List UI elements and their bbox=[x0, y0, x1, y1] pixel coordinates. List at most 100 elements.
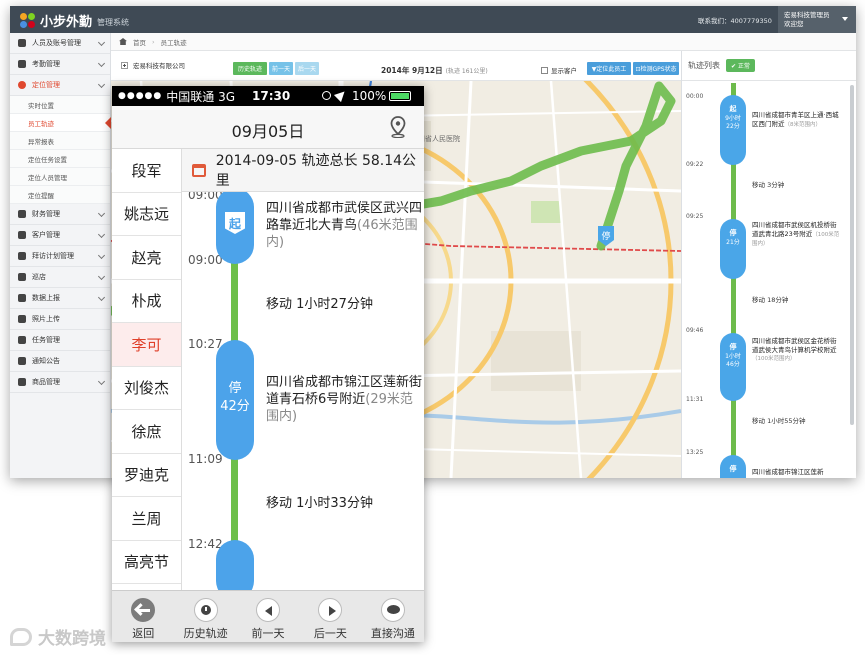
user-menu[interactable]: 宏易科技管理员 欢迎您 bbox=[778, 6, 856, 33]
employee-item[interactable]: 徐庶 bbox=[112, 410, 181, 454]
sidebar-item-photo-upload[interactable]: 照片上传 bbox=[10, 309, 110, 330]
sidebar-item-attendance[interactable]: 考勤管理 bbox=[10, 54, 110, 75]
sidebar-subitem-personnel-mgmt[interactable]: 定位人员管理 bbox=[10, 168, 110, 186]
sidebar-subitem-reminder[interactable]: 定位提醒 bbox=[10, 186, 110, 204]
track-length: (轨迹 161公里) bbox=[445, 68, 488, 75]
expand-icon[interactable] bbox=[121, 61, 128, 69]
track-stop-pill[interactable]: 停 bbox=[720, 455, 746, 478]
sidebar-item-label: 数据上报 bbox=[32, 294, 60, 302]
employee-item[interactable]: 高亮节 bbox=[112, 541, 181, 584]
timeline-stop-address: 四川省成都市锦江区莲新街道青石桥6号附近(29米范围内) bbox=[266, 374, 422, 425]
sidebar-item-label: 商品管理 bbox=[32, 378, 60, 386]
history-track-button[interactable]: 历史轨迹 bbox=[233, 62, 267, 75]
caret-down-icon bbox=[842, 17, 848, 21]
sidebar-item-location[interactable]: 定位管理 bbox=[10, 75, 110, 96]
sidebar-subitem-employee-track[interactable]: 员工轨迹 bbox=[10, 114, 111, 132]
employee-item[interactable]: 刘俊杰 bbox=[112, 367, 181, 410]
track-stop-pill[interactable]: 停 1小时 46分 bbox=[720, 333, 746, 401]
employee-item[interactable]: 赵亮 bbox=[112, 236, 181, 280]
sidebar-item-data-report[interactable]: 数据上报 bbox=[10, 288, 110, 309]
track-date: 2014年 9月12日 (轨迹 161公里) bbox=[381, 65, 488, 76]
history-track-tab[interactable]: 历史轨迹 bbox=[174, 591, 236, 642]
timeline-stop-pill[interactable] bbox=[216, 540, 254, 590]
location-pin-icon bbox=[18, 81, 26, 89]
track-stop-pill[interactable]: 起 9小时 22分 bbox=[720, 95, 746, 165]
sidebar-item-label: 财务管理 bbox=[32, 210, 60, 218]
grid-icon bbox=[18, 273, 26, 281]
track-move: 移动 1小时55分钟 bbox=[752, 417, 806, 425]
locate-employee-button[interactable]: ▼定位此员工 bbox=[587, 62, 631, 75]
direct-chat-tab[interactable]: 直接沟通 bbox=[362, 591, 424, 642]
previous-day-button[interactable]: 前一天 bbox=[269, 62, 293, 75]
previous-day-tab[interactable]: 前一天 bbox=[237, 591, 299, 642]
stay-duration: 9小时 bbox=[725, 115, 741, 122]
breadcrumb-current: 员工轨迹 bbox=[160, 38, 187, 47]
back-button[interactable]: 返回 bbox=[112, 591, 174, 642]
back-arrow-icon bbox=[131, 598, 156, 622]
sidebar: 人员及账号管理 考勤管理 定位管理 实时位置 员工轨迹 异常报表 定位任务设置 … bbox=[10, 33, 111, 478]
address-text: 四川省成都市锦江区莲新 bbox=[752, 468, 824, 476]
chevron-down-icon bbox=[97, 377, 106, 386]
employee-item-selected[interactable]: 李可 bbox=[112, 323, 181, 367]
check-gps-button[interactable]: ⊡检测GPS状态 bbox=[633, 62, 679, 75]
welcome-text: 欢迎您 bbox=[784, 20, 804, 28]
sidebar-item-label: 人员及账号管理 bbox=[32, 39, 81, 47]
timeline-move: 移动 1小时33分钟 bbox=[266, 496, 373, 511]
org-tree-root-label: 宏易科技有限公司 bbox=[133, 62, 185, 70]
app-name: 小步外勤 bbox=[40, 14, 93, 29]
yen-icon bbox=[18, 210, 26, 218]
start-marker-icon: 起 bbox=[729, 105, 737, 113]
sidebar-subitem-task-settings[interactable]: 定位任务设置 bbox=[10, 150, 110, 168]
employee-item[interactable]: 段军 bbox=[112, 149, 181, 193]
sidebar-item-store-visit[interactable]: 巡店 bbox=[10, 267, 110, 288]
track-toolbar: 宏易科技有限公司 历史轨迹 前一天 后一天 2014年 9月12日 (轨迹 161… bbox=[111, 51, 681, 81]
chevron-down-icon bbox=[97, 80, 106, 89]
next-day-tab[interactable]: 后一天 bbox=[299, 591, 361, 642]
stay-duration: 22分 bbox=[726, 123, 740, 130]
logo-icon bbox=[20, 12, 36, 29]
tab-label: 返回 bbox=[132, 627, 155, 640]
employee-item[interactable]: 罗迪克 bbox=[112, 454, 181, 497]
track-stop-address: 四川省成都市武侯区机投桥街道武青北路23号附近（100米范围内） bbox=[752, 221, 842, 249]
track-move: 移动 3分钟 bbox=[752, 181, 785, 189]
track-time: 00:00 bbox=[686, 93, 704, 100]
employee-item[interactable]: 姚志远 bbox=[112, 193, 181, 236]
tab-label: 历史轨迹 bbox=[183, 627, 228, 640]
calendar-icon bbox=[18, 252, 26, 260]
ios-status-bar: ●●●●● 中国联通 3G 17:30 100% bbox=[112, 86, 424, 106]
map-pin-icon[interactable] bbox=[390, 116, 406, 138]
play-left-icon bbox=[256, 598, 281, 622]
track-list-header: 轨迹列表 ✔ 正常 bbox=[682, 51, 856, 81]
track-time: 09:22 bbox=[686, 161, 704, 168]
home-icon[interactable] bbox=[119, 38, 127, 45]
sidebar-item-personnel[interactable]: 人员及账号管理 bbox=[10, 33, 110, 54]
next-day-button[interactable]: 后一天 bbox=[295, 62, 319, 75]
address-range: （8米范围内） bbox=[784, 121, 822, 128]
table-icon bbox=[18, 378, 26, 386]
sidebar-subitem-exception-report[interactable]: 异常报表 bbox=[10, 132, 110, 150]
play-right-icon bbox=[318, 598, 343, 622]
sidebar-item-products[interactable]: 商品管理 bbox=[10, 372, 110, 393]
calendar-icon bbox=[192, 163, 206, 177]
employee-item[interactable]: 兰周 bbox=[112, 497, 181, 541]
employee-item[interactable]: 朴成 bbox=[112, 280, 181, 323]
sidebar-item-customers[interactable]: 客户管理 bbox=[10, 225, 110, 246]
chevron-down-icon bbox=[97, 38, 106, 47]
breadcrumb-home[interactable]: 首页 bbox=[133, 37, 146, 47]
sidebar-item-finance[interactable]: 财务管理 bbox=[10, 204, 110, 225]
sidebar-item-visit-plan[interactable]: 拜访计划管理 bbox=[10, 246, 110, 267]
breadcrumb: 首页 › 员工轨迹 bbox=[111, 33, 856, 51]
sidebar-item-notices[interactable]: 通知公告 bbox=[10, 351, 110, 372]
sidebar-item-tasks[interactable]: 任务管理 bbox=[10, 330, 110, 351]
sidebar-subitem-realtime[interactable]: 实时位置 bbox=[10, 96, 110, 114]
sidebar-item-label: 考勤管理 bbox=[32, 60, 60, 68]
checkbox-label: 显示客户 bbox=[551, 67, 577, 75]
phone-tab-bar: 返回 历史轨迹 前一天 后一天 直接沟通 bbox=[112, 590, 424, 642]
track-stop-pill[interactable]: 停 21分 bbox=[720, 219, 746, 279]
phone-screen: ●●●●● 中国联通 3G 17:30 100% 09月05日 段军 姚志远 赵… bbox=[112, 86, 424, 642]
map-stop-marker[interactable]: 停 bbox=[601, 230, 610, 242]
org-tree-root[interactable]: 宏易科技有限公司 bbox=[121, 60, 185, 70]
track-list-scrollbar[interactable] bbox=[850, 85, 854, 425]
app-logo[interactable]: 小步外勤 管理系统 bbox=[20, 11, 129, 30]
show-customers-checkbox[interactable]: 显示客户 bbox=[541, 65, 577, 75]
